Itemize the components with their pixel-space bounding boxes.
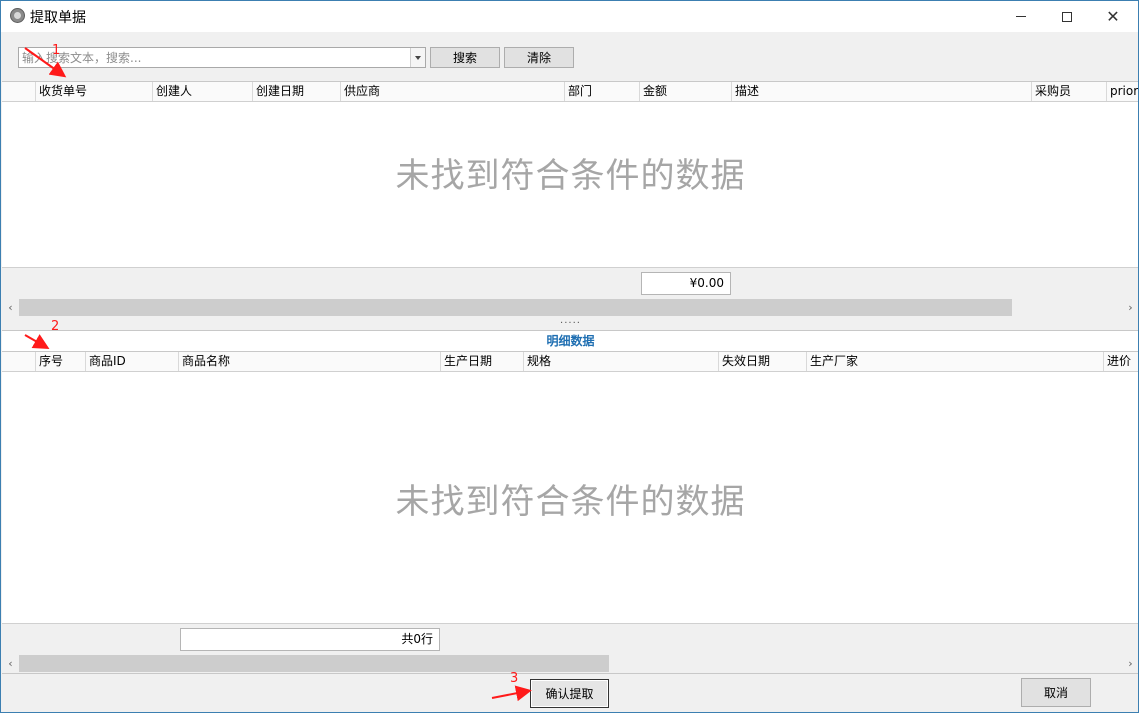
row-indicator-header: [2, 82, 36, 101]
search-button[interactable]: 搜索: [430, 47, 500, 68]
column-header-purchase-price[interactable]: 进价: [1104, 352, 1138, 371]
detail-grid: 序号 商品ID 商品名称 生产日期 规格 失效日期 生产厂家 进价 未找到符合条…: [2, 351, 1138, 623]
column-header-creator[interactable]: 创建人: [153, 82, 253, 101]
master-grid: 收货单号 创建人 创建日期 供应商 部门 金额 描述 采购员 priori 未找…: [2, 81, 1138, 267]
chevron-down-icon: [415, 55, 421, 60]
close-button[interactable]: ✕: [1090, 1, 1136, 32]
column-header-product-id[interactable]: 商品ID: [86, 352, 179, 371]
title-bar: 提取单据 ✕: [1, 1, 1138, 32]
column-header-seq[interactable]: 序号: [36, 352, 86, 371]
clear-button[interactable]: 清除: [504, 47, 574, 68]
column-header-department[interactable]: 部门: [565, 82, 640, 101]
window-title: 提取单据: [30, 10, 86, 26]
maximize-button[interactable]: [1044, 1, 1090, 32]
column-header-product-name[interactable]: 商品名称: [179, 352, 441, 371]
panel-splitter[interactable]: .....: [2, 316, 1138, 329]
app-icon: [10, 8, 25, 23]
annotation-number-3: 3: [510, 671, 519, 686]
minimize-button[interactable]: [998, 1, 1044, 32]
detail-horizontal-scrollbar[interactable]: ‹ ›: [2, 655, 1138, 672]
scroll-left-icon[interactable]: ‹: [2, 655, 19, 672]
minimize-icon: [1016, 16, 1026, 17]
column-header-priority[interactable]: priori: [1107, 82, 1138, 101]
column-header-create-date[interactable]: 创建日期: [253, 82, 341, 101]
search-input[interactable]: [19, 48, 410, 67]
confirm-extract-button[interactable]: 确认提取: [530, 679, 609, 708]
master-grid-footer: ¥0.00: [2, 267, 1138, 298]
column-header-supplier[interactable]: 供应商: [341, 82, 565, 101]
detail-grid-header: 序号 商品ID 商品名称 生产日期 规格 失效日期 生产厂家 进价: [2, 352, 1138, 372]
row-count-summary: 共0行: [180, 628, 440, 651]
maximize-icon: [1062, 11, 1072, 22]
column-header-production-date[interactable]: 生产日期: [441, 352, 524, 371]
cancel-button[interactable]: 取消: [1021, 678, 1091, 707]
detail-scroll-thumb[interactable]: [19, 655, 609, 672]
column-header-manufacturer[interactable]: 生产厂家: [807, 352, 1104, 371]
row-indicator-header: [2, 352, 36, 371]
scroll-right-icon[interactable]: ›: [1122, 655, 1138, 672]
column-header-buyer[interactable]: 采购员: [1032, 82, 1107, 101]
detail-grid-footer: 共0行: [2, 623, 1138, 654]
column-header-description[interactable]: 描述: [732, 82, 1032, 101]
close-icon: ✕: [1106, 7, 1120, 26]
annotation-number-2: 2: [51, 319, 60, 334]
detail-section-title: 明细数据: [2, 330, 1138, 351]
scroll-left-icon[interactable]: ‹: [2, 299, 19, 316]
annotation-number-1: 1: [52, 43, 61, 58]
detail-empty-message: 未找到符合条件的数据: [395, 482, 746, 522]
extract-document-window: 提取单据 ✕ 搜索 清除 收货单号 创建人 创建日期 供应商 部门 金额 描述 …: [0, 0, 1139, 713]
scroll-right-icon[interactable]: ›: [1122, 299, 1138, 316]
master-empty-message: 未找到符合条件的数据: [395, 156, 746, 196]
column-header-expiry-date[interactable]: 失效日期: [719, 352, 807, 371]
search-dropdown-button[interactable]: [410, 48, 425, 67]
total-amount-summary: ¥0.00: [641, 272, 731, 295]
master-horizontal-scrollbar[interactable]: ‹ ›: [2, 299, 1138, 316]
search-combobox[interactable]: [18, 47, 426, 68]
master-grid-header: 收货单号 创建人 创建日期 供应商 部门 金额 描述 采购员 priori: [2, 82, 1138, 102]
column-header-spec[interactable]: 规格: [524, 352, 719, 371]
column-header-receipt-no[interactable]: 收货单号: [36, 82, 153, 101]
column-header-amount[interactable]: 金额: [640, 82, 732, 101]
master-scroll-thumb[interactable]: [19, 299, 1012, 316]
